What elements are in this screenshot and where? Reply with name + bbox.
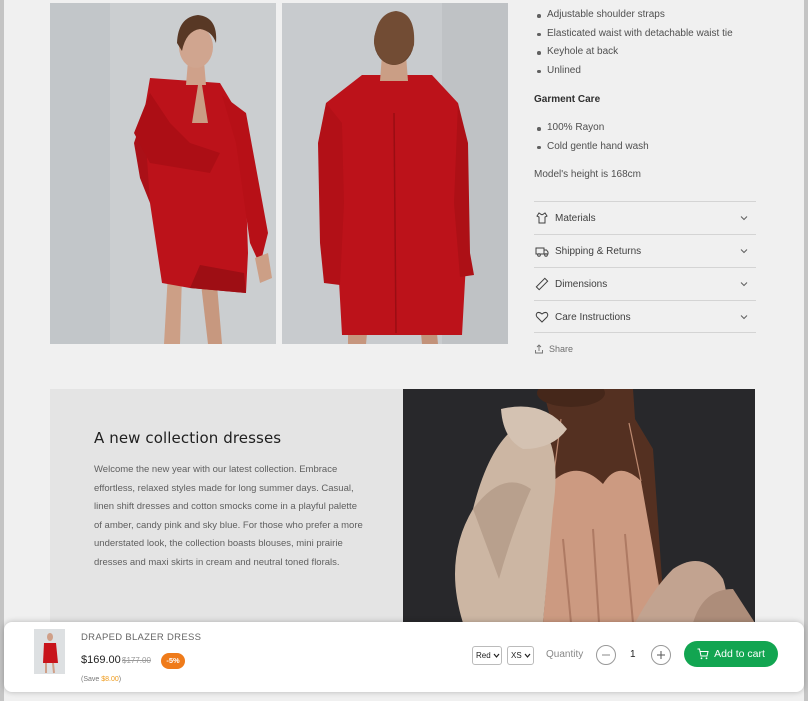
garment-care-heading: Garment Care: [534, 94, 601, 105]
chevron-down-icon: [740, 282, 748, 287]
color-select[interactable]: Red: [472, 646, 502, 665]
sticky-add-to-cart-bar: DRAPED BLAZER DRESS $169.00 $177.00 -5% …: [4, 622, 804, 692]
product-page: Adjustable shoulder straps Elasticated w…: [0, 0, 808, 701]
share-label: Share: [549, 344, 574, 354]
sticky-price: $169.00: [81, 654, 121, 666]
accordion-shipping-returns[interactable]: Shipping & Returns: [534, 234, 756, 267]
feature-item: Elasticated waist with detachable waist …: [534, 25, 733, 44]
care-item: 100% Rayon: [534, 119, 649, 138]
ruler-icon: [535, 277, 549, 291]
truck-icon: [535, 244, 549, 258]
care-item: Cold gentle hand wash: [534, 138, 649, 157]
accordion-divider: [534, 332, 756, 333]
accordion-label: Materials: [555, 212, 596, 224]
chevron-down-icon: [740, 216, 748, 221]
accordion-label: Care Instructions: [555, 311, 631, 323]
plus-icon: [657, 651, 665, 659]
product-thumbnail: [34, 629, 65, 674]
model-back-photo: [282, 3, 508, 344]
sticky-product-name: DRAPED BLAZER DRESS: [81, 632, 202, 643]
model-front-photo: [50, 3, 276, 344]
quantity-label: Quantity: [546, 649, 584, 660]
product-image-back[interactable]: [282, 3, 508, 344]
product-image-front[interactable]: [50, 3, 276, 344]
chevron-down-icon: [740, 315, 748, 320]
discount-badge: -5%: [161, 653, 185, 669]
chevron-down-icon: [524, 653, 531, 658]
quantity-decrease-button[interactable]: [596, 645, 616, 665]
feature-item: Keyhole at back: [534, 43, 733, 62]
add-to-cart-label: Add to cart: [714, 648, 765, 660]
share-button[interactable]: Share: [534, 344, 573, 354]
collection-title: A new collection dresses: [94, 429, 282, 447]
minus-icon: [602, 654, 610, 656]
savings-suffix: ): [118, 676, 122, 683]
sticky-compare-price: $177.00: [122, 656, 151, 665]
size-select-value: XS: [511, 651, 522, 660]
heart-icon: [535, 310, 549, 324]
accordion-label: Shipping & Returns: [555, 245, 642, 257]
hanger-icon: [535, 211, 549, 225]
cart-icon: [697, 648, 709, 660]
savings-text: (Save $8.00): [81, 676, 121, 683]
model-fur-coat-photo: [403, 389, 755, 623]
model-height-text: Model's height is 168cm: [534, 169, 641, 180]
accordion-label: Dimensions: [555, 278, 608, 290]
collection-description: Welcome the new year with our latest col…: [94, 464, 363, 568]
accordion-dimensions[interactable]: Dimensions: [534, 267, 756, 300]
chevron-down-icon: [740, 249, 748, 254]
share-icon: [535, 344, 543, 354]
quantity-value[interactable]: 1: [630, 649, 636, 660]
savings-amount: $8.00: [101, 676, 119, 683]
accordion-care-instructions[interactable]: Care Instructions: [534, 300, 756, 333]
collection-image: [403, 389, 755, 623]
product-thumbnail-image: [34, 629, 65, 674]
right-edge-shade: [804, 0, 808, 701]
add-to-cart-button[interactable]: Add to cart: [684, 641, 778, 667]
size-select[interactable]: XS: [507, 646, 534, 665]
feature-item: Adjustable shoulder straps: [534, 6, 733, 25]
savings-prefix: (Save: [81, 676, 102, 683]
feature-list: Adjustable shoulder straps Elasticated w…: [534, 6, 733, 80]
quantity-increase-button[interactable]: [651, 645, 671, 665]
care-list: 100% Rayon Cold gentle hand wash: [534, 119, 649, 156]
accordion-materials[interactable]: Materials: [534, 201, 756, 234]
chevron-down-icon: [493, 653, 500, 658]
collection-banner: A new collection dresses Welcome the new…: [50, 389, 403, 623]
left-edge-shade: [0, 0, 4, 701]
color-select-value: Red: [476, 651, 491, 660]
feature-item: Unlined: [534, 62, 733, 81]
